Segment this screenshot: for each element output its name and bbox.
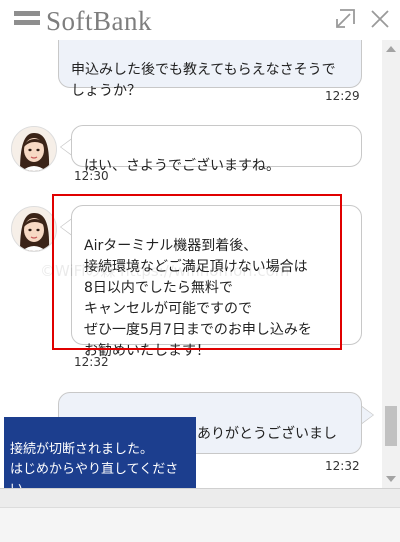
agent-message-bubble: はい、さようでございますね。 [71, 125, 362, 174]
message-time: 12:32 [325, 459, 360, 473]
logo-text: SoftBank [46, 6, 153, 36]
chat-log[interactable]: 申込みした後でも教えてもらえなさそうで しょうか？ 12:29 はい、さようでご… [0, 40, 382, 488]
message-time: 12:30 [74, 169, 109, 183]
scroll-up-arrow-icon[interactable] [386, 46, 396, 52]
operator-avatar [11, 206, 57, 252]
logo-bars-icon [14, 11, 40, 29]
message-input [0, 507, 400, 542]
message-time: 12:29 [325, 89, 360, 103]
red-highlight-box [52, 194, 342, 350]
operator-avatar [11, 126, 57, 172]
message-text: 申込みした後でも教えてもらえなさそうで しょうか？ [71, 62, 336, 99]
message-time: 12:32 [74, 355, 109, 369]
scrollbar-thumb[interactable] [385, 406, 397, 446]
minimize-arrow-icon[interactable] [334, 8, 356, 30]
chat-header: SoftBank [0, 0, 400, 40]
chat-scrollbar[interactable] [382, 40, 400, 488]
user-message-bubble: 申込みした後でも教えてもらえなさそうで しょうか？ [58, 40, 362, 99]
notice-text: 接続が切断されました。 はじめからやり直してください [10, 442, 179, 488]
disconnected-notice: 接続が切断されました。 はじめからやり直してください [4, 417, 196, 488]
chat-input-area [0, 488, 400, 542]
scroll-down-arrow-icon[interactable] [386, 476, 396, 482]
bubble-tail [362, 406, 374, 424]
message-text: はい、さようでございますね。 [84, 158, 280, 174]
close-icon[interactable] [369, 8, 391, 30]
